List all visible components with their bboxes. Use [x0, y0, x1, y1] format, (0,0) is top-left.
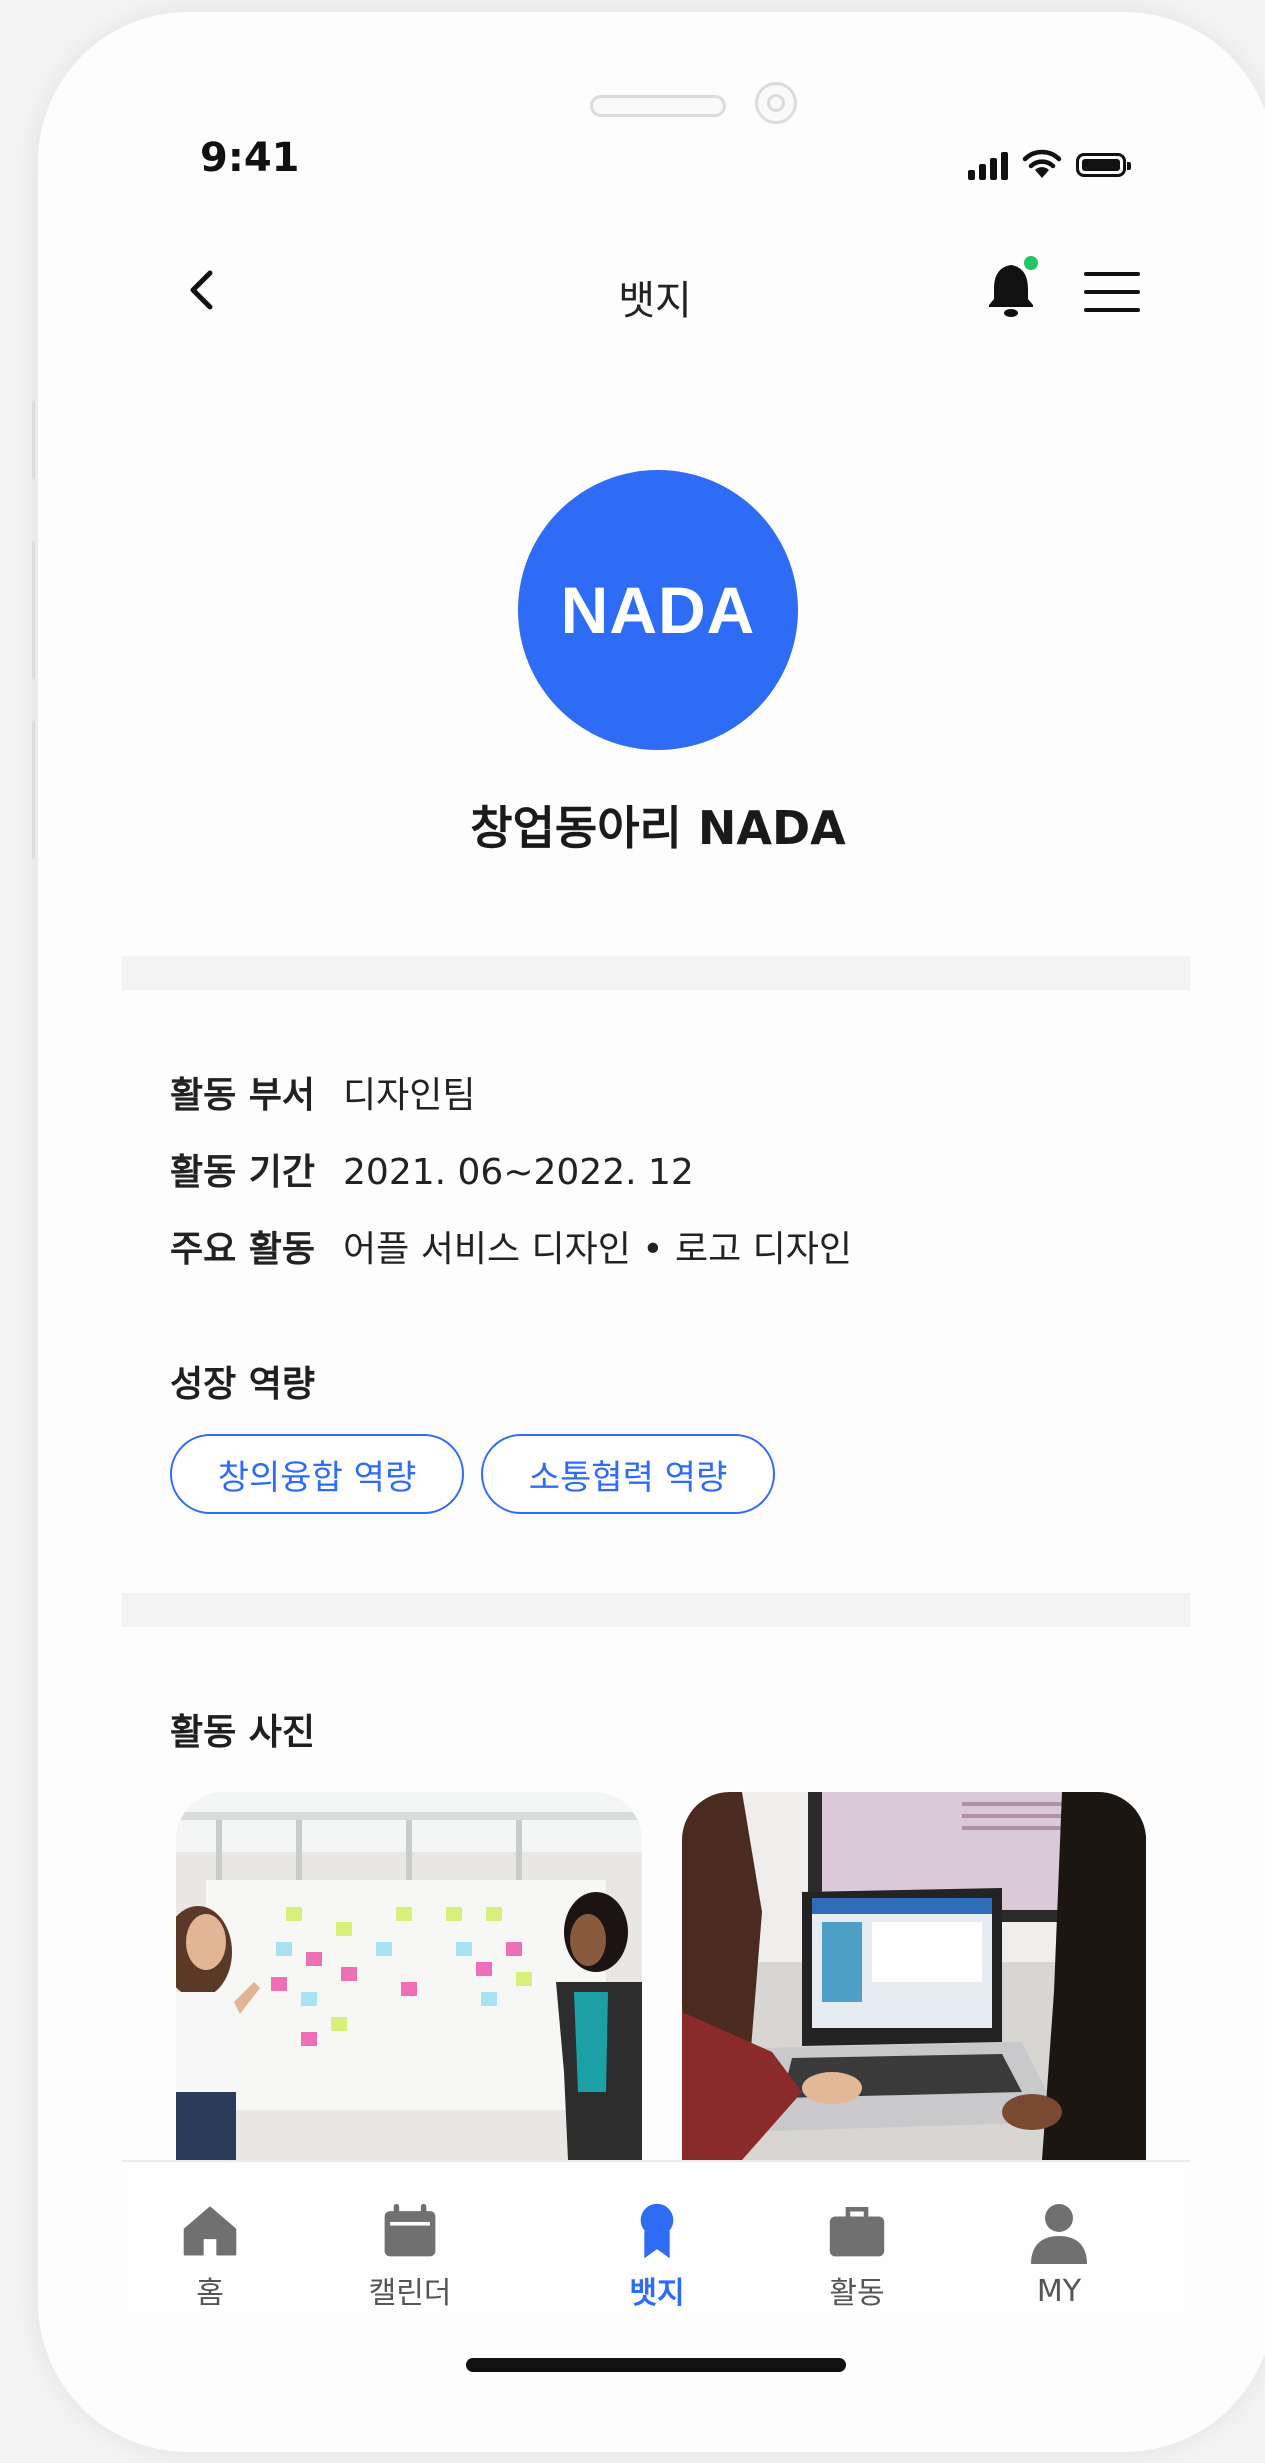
club-name: 창업동아리 NADA [470, 801, 846, 855]
info-row-main-activity: 주요 활동 어플 서비스 디자인 • 로고 디자인 [170, 1220, 852, 1272]
info-value: 2021. 06~2022. 12 [343, 1152, 694, 1193]
briefcase-icon [829, 2206, 885, 2257]
bottom-tab-bar: 홈 캘린더 뱃지 활동 MY [122, 2160, 1190, 2312]
tab-my[interactable]: MY [979, 2162, 1139, 2312]
tab-calendar[interactable]: 캘린더 [330, 2162, 490, 2312]
badge-icon [640, 2203, 674, 2259]
info-label: 주요 활동 [170, 1229, 316, 1270]
activity-photo-laptop[interactable] [682, 1792, 1146, 2160]
info-row-department: 활동 부서 디자인팀 [170, 1066, 476, 1118]
tab-activity[interactable]: 활동 [777, 2162, 937, 2312]
section-divider [122, 956, 1190, 990]
info-value: 어플 서비스 디자인 • 로고 디자인 [343, 1229, 853, 1270]
photos-section-title: 활동 사진 [170, 1712, 316, 1753]
competency-chip[interactable]: 소통협력 역량 [481, 1434, 775, 1514]
status-time: 9:41 [200, 135, 300, 181]
info-value: 디자인팀 [343, 1075, 476, 1116]
info-label: 활동 부서 [170, 1075, 316, 1116]
growth-section-title: 성장 역량 [170, 1364, 316, 1405]
activity-photo-whiteboard[interactable] [176, 1792, 642, 2160]
signal-icon [968, 150, 1008, 180]
notification-bell-icon[interactable] [984, 255, 1044, 321]
section-divider [122, 1593, 1190, 1627]
status-icons [968, 140, 1131, 180]
competency-chip[interactable]: 창의융합 역량 [170, 1434, 464, 1514]
hamburger-menu-icon[interactable] [1082, 268, 1142, 316]
tab-label: MY [1036, 2274, 1082, 2309]
tab-label: 활동 [829, 2276, 885, 2311]
club-logo: NADA [518, 470, 798, 750]
wifi-icon [1022, 149, 1062, 178]
home-icon [183, 2206, 237, 2256]
tab-label: 홈 [196, 2276, 224, 2311]
front-camera [755, 82, 797, 124]
page-title: 뱃지 [618, 278, 692, 324]
user-icon [1031, 2204, 1087, 2264]
calendar-icon [384, 2203, 436, 2257]
tab-home[interactable]: 홈 [130, 2162, 290, 2312]
tab-label: 뱃지 [629, 2276, 685, 2311]
notification-dot [1024, 256, 1038, 270]
battery-icon [1076, 153, 1131, 177]
info-row-period: 활동 기간 2021. 06~2022. 12 [170, 1143, 694, 1195]
home-indicator [466, 2358, 846, 2372]
tab-label: 캘린더 [368, 2276, 452, 2311]
speaker-grille [590, 95, 726, 117]
tab-badge[interactable]: 뱃지 [577, 2162, 737, 2312]
info-label: 활동 기간 [170, 1152, 316, 1193]
